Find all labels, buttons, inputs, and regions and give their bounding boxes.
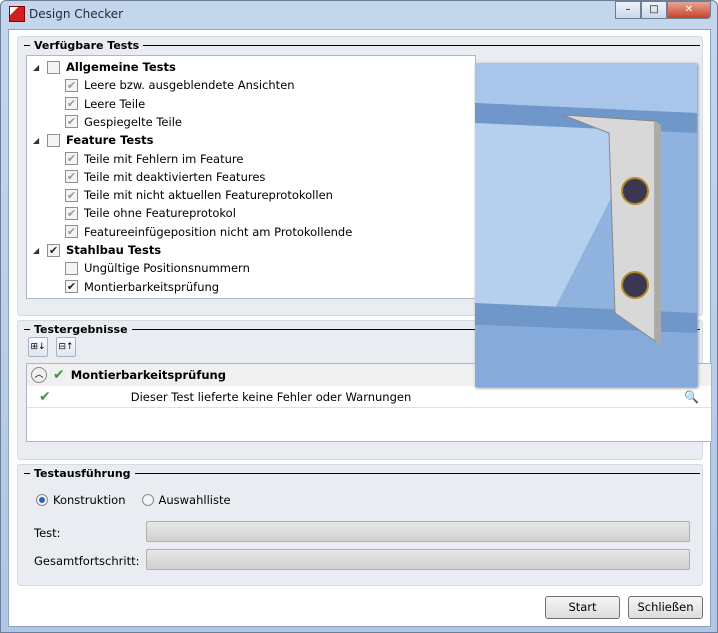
radio-auswahlliste-label: Auswahlliste	[158, 493, 231, 507]
item-checkbox[interactable]	[65, 261, 78, 275]
expand-triangle-icon[interactable]: ◢	[33, 136, 47, 145]
item-checkbox[interactable]: ✔	[65, 152, 78, 165]
group-checkbox[interactable]	[47, 60, 60, 74]
item-checkbox[interactable]: ✔	[65, 97, 78, 111]
item-checkbox[interactable]: ✔	[65, 188, 78, 202]
item-label: Montierbarkeitsprüfung	[84, 279, 220, 294]
item-label: Teile ohne Featureprotokol	[84, 206, 236, 221]
test-progress-label: Test:	[34, 526, 61, 540]
item-label: Featureeinfügeposition nicht am Protokol…	[84, 224, 353, 239]
result-row[interactable]: ✔ Dieser Test lieferte keine Fehler oder…	[27, 386, 711, 408]
item-label: Gespiegelte Teile	[84, 114, 182, 129]
item-label: Teile mit deaktivierten Features	[84, 169, 266, 184]
result-header-label: Montierbarkeitsprüfung	[70, 368, 226, 382]
window-title: Design Checker	[29, 7, 124, 21]
design-checker-window: Design Checker – □ ✕ Verfügbare Tests ◢ A…	[0, 0, 718, 633]
magnifier-icon[interactable]: 🔍	[684, 390, 699, 404]
collapse-all-button[interactable]: ⊟↑	[56, 337, 76, 357]
tree-item[interactable]: ✔ Teile ohne Featureprotokol	[65, 204, 236, 222]
maximize-button[interactable]: □	[641, 1, 667, 19]
total-progress-label: Gesamtfortschritt:	[34, 554, 140, 568]
app-icon	[9, 6, 25, 22]
close-button[interactable]: Schließen	[628, 596, 703, 619]
preview-image	[475, 63, 697, 387]
tree-item[interactable]: ✔ Montierbarkeitsprüfung	[65, 278, 219, 296]
item-checkbox[interactable]: ✔	[65, 206, 78, 220]
tree-item[interactable]: ✔ Teile mit Fehlern im Feature	[65, 150, 243, 168]
tree-group[interactable]: ◢ Feature Tests	[33, 131, 153, 149]
group-label: Feature Tests	[66, 133, 154, 148]
item-checkbox[interactable]: ✔	[65, 170, 78, 184]
tree-group[interactable]: ◢ ✔ Stahlbau Tests	[33, 241, 161, 259]
item-checkbox[interactable]: ✔	[65, 78, 78, 92]
item-label: Leere bzw. ausgeblendete Ansichten	[84, 78, 295, 93]
result-message: Dieser Test lieferte keine Fehler oder W…	[130, 389, 412, 404]
check-icon: ✔	[53, 367, 65, 383]
item-label: Teile mit nicht aktuellen Featureprotoko…	[84, 188, 333, 203]
execution-title: Testausführung	[24, 467, 700, 480]
group-checkbox[interactable]	[47, 133, 60, 147]
close-window-button[interactable]: ✕	[667, 1, 711, 19]
expand-triangle-icon[interactable]: ◢	[33, 63, 47, 72]
check-icon: ✔	[39, 388, 51, 405]
tests-tree[interactable]: ◢ Allgemeine Tests ✔ Leere bzw. ausgeblende…	[26, 55, 476, 299]
minimize-button[interactable]: –	[615, 1, 641, 19]
item-checkbox[interactable]: ✔	[65, 280, 78, 294]
group-checkbox[interactable]: ✔	[47, 243, 60, 257]
client-area: Verfügbare Tests ◢ Allgemeine Tests ✔ Leere…	[8, 29, 712, 627]
expand-all-button[interactable]: ⊞↓	[28, 337, 48, 357]
item-checkbox[interactable]: ✔	[65, 225, 78, 239]
tree-group[interactable]: ◢ Allgemeine Tests	[33, 58, 176, 76]
collapse-chevron-icon[interactable]: ︿	[31, 367, 47, 383]
item-label: Leere Teile	[84, 96, 146, 111]
tree-item[interactable]: ✔ Gespiegelte Teile	[65, 113, 182, 131]
tree-item[interactable]: ✔ Leere bzw. ausgeblendete Ansichten	[65, 76, 295, 94]
test-progress-bar	[146, 521, 690, 542]
tree-item[interactable]: ✔ Featureeinfügeposition nicht am Protoko…	[65, 223, 352, 241]
radio-auswahlliste[interactable]	[141, 494, 154, 506]
tree-item[interactable]: Ungültige Positionsnummern	[65, 259, 250, 277]
item-label: Teile mit Fehlern im Feature	[84, 151, 244, 166]
group-label: Stahlbau Tests	[66, 243, 162, 257]
tree-item[interactable]: ✔ Teile mit deaktivierten Features	[65, 168, 265, 186]
radio-konstruktion[interactable]	[36, 494, 48, 506]
total-progress-bar	[146, 549, 690, 570]
group-label: Allgemeine Tests	[66, 60, 176, 74]
item-checkbox[interactable]: ✔	[65, 115, 78, 129]
expand-triangle-icon[interactable]: ◢	[33, 246, 47, 255]
start-button[interactable]: Start	[545, 596, 620, 619]
item-label: Ungültige Positionsnummern	[84, 261, 250, 276]
tree-item[interactable]: ✔ Teile mit nicht aktuellen Featureprotok…	[65, 186, 333, 204]
execution-group: Testausführung Konstruktion Auswahlliste…	[17, 464, 703, 586]
tree-item[interactable]: ✔ Leere Teile	[65, 95, 145, 113]
available-tests-title: Verfügbare Tests	[24, 39, 700, 52]
radio-konstruktion-label: Konstruktion	[53, 493, 126, 507]
